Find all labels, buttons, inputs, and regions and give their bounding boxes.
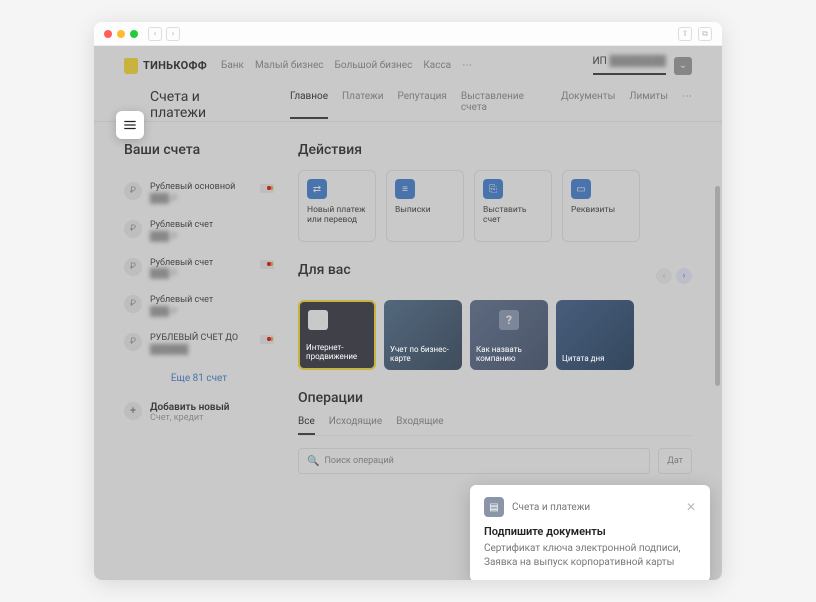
ruble-icon: ₽ xyxy=(124,220,142,238)
brand-logo[interactable]: ТИНЬКОФФ xyxy=(124,58,207,74)
carousel-next-button[interactable]: › xyxy=(676,268,692,284)
promo-card[interactable]: Цитата дня xyxy=(556,300,634,370)
nav-forward-button[interactable]: › xyxy=(166,27,180,41)
brand-bar: ТИНЬКОФФ Банк Малый бизнес Большой бизне… xyxy=(94,46,722,83)
action-new-payment[interactable]: ⇄ Новый платеж или перевод xyxy=(298,170,376,242)
tabs-icon[interactable]: ⧉ xyxy=(698,27,712,41)
carousel-prev-button[interactable]: ‹ xyxy=(656,268,672,284)
card-badge-icon xyxy=(260,260,274,269)
foryou-heading: Для вас xyxy=(298,262,351,278)
maximize-window-icon[interactable] xyxy=(130,30,138,38)
tab-invoicing[interactable]: Выставление счета xyxy=(461,91,547,119)
action-invoice[interactable]: ⎘ Выставить счет xyxy=(474,170,552,242)
account-row[interactable]: ₽ Рублевый счет ███ ₽ xyxy=(124,250,274,288)
user-account-switcher[interactable]: ИП ████████ xyxy=(593,56,666,75)
account-row[interactable]: ₽ РУБЛЕВЫЙ СЧЕТ ДО ██████ xyxy=(124,325,274,363)
app-window: ‹ › ⇪ ⧉ ТИНЬКОФФ Банк Малый бизнес Больш… xyxy=(94,22,722,580)
section-tabs: Главное Платежи Репутация Выставление сч… xyxy=(290,91,692,119)
operations-search-input[interactable]: 🔍 Поиск операций xyxy=(298,448,650,474)
ops-tab-outgoing[interactable]: Исходящие xyxy=(329,416,382,435)
promo-card[interactable]: Учет по бизнес-карте xyxy=(384,300,462,370)
ruble-icon: ₽ xyxy=(124,333,142,351)
tab-documents[interactable]: Документы xyxy=(561,91,615,119)
add-account-button[interactable]: + Добавить новый Счет, кредит xyxy=(124,394,274,431)
plus-icon: + xyxy=(124,402,142,420)
card-badge-icon xyxy=(260,335,274,344)
ruble-icon: ₽ xyxy=(124,182,142,200)
nav-link-small-biz[interactable]: Малый бизнес xyxy=(255,60,324,71)
nav-more-icon[interactable]: ⋯ xyxy=(462,60,472,71)
toast-body: Сертификат ключа электронной подписи, За… xyxy=(484,542,696,570)
nav-link-bank[interactable]: Банк xyxy=(221,60,244,71)
share-icon[interactable]: ⇪ xyxy=(678,27,692,41)
nav-back-button[interactable]: ‹ xyxy=(148,27,162,41)
ops-tab-incoming[interactable]: Входящие xyxy=(396,416,443,435)
ops-tab-all[interactable]: Все xyxy=(298,416,315,435)
hamburger-icon xyxy=(123,118,137,132)
toast-title: Подпишите документы xyxy=(484,525,696,538)
operations-section: Операции Все Исходящие Входящие 🔍 Поиск … xyxy=(298,390,692,474)
account-row[interactable]: ₽ Рублевый основной ███ ₽ xyxy=(124,174,274,212)
action-statements[interactable]: ≡ Выписки xyxy=(386,170,464,242)
tab-limits[interactable]: Лимиты xyxy=(629,91,668,119)
main-column: Действия ⇄ Новый платеж или перевод ≡ Вы… xyxy=(298,142,692,474)
profile-menu-button[interactable]: ⌄ xyxy=(674,57,692,75)
account-row[interactable]: ₽ Рублевый счет ███ ₽ xyxy=(124,212,274,250)
invoice-icon: ⎘ xyxy=(483,179,503,199)
operations-date-filter[interactable]: Дат xyxy=(658,448,692,474)
document-icon: ▤ xyxy=(484,497,504,517)
ruble-icon: ₽ xyxy=(124,258,142,276)
section-header: Счета и платежи Главное Платежи Репутаци… xyxy=(94,83,722,121)
tab-reputation[interactable]: Репутация xyxy=(397,91,446,119)
page-title: Счета и платежи xyxy=(150,89,258,121)
nav-link-kassa[interactable]: Касса xyxy=(423,60,451,71)
menu-toggle-button[interactable] xyxy=(116,111,144,139)
briefcase-icon: ▭ xyxy=(571,179,591,199)
accounts-heading: Ваши счета xyxy=(124,142,274,158)
operations-heading: Операции xyxy=(298,390,692,406)
document-icon: ≡ xyxy=(395,179,415,199)
minimize-window-icon[interactable] xyxy=(117,30,125,38)
nav-link-big-biz[interactable]: Большой бизнес xyxy=(335,60,413,71)
show-more-accounts-link[interactable]: Еще 81 счет xyxy=(124,363,274,394)
action-requisites[interactable]: ▭ Реквизиты xyxy=(562,170,640,242)
tab-payments[interactable]: Платежи xyxy=(342,91,383,119)
promo-card[interactable]: Как назвать компанию xyxy=(470,300,548,370)
brand-name: ТИНЬКОФФ xyxy=(143,59,207,72)
window-titlebar: ‹ › ⇪ ⧉ xyxy=(94,22,722,46)
ruble-icon: ₽ xyxy=(124,295,142,313)
tabs-more-icon[interactable]: ⋯ xyxy=(682,91,692,119)
shield-icon xyxy=(124,58,138,74)
close-window-icon[interactable] xyxy=(104,30,112,38)
actions-heading: Действия xyxy=(298,142,692,158)
scrollbar[interactable] xyxy=(715,186,720,386)
account-row[interactable]: ₽ Рублевый счет ███ ₽ xyxy=(124,287,274,325)
card-badge-icon xyxy=(260,184,274,193)
notification-toast[interactable]: ▤ Счета и платежи ✕ Подпишите документы … xyxy=(470,485,710,580)
page-content: ТИНЬКОФФ Банк Малый бизнес Большой бизне… xyxy=(94,46,722,580)
accounts-column: Ваши счета ₽ Рублевый основной ███ ₽ ₽ Р… xyxy=(124,142,274,474)
search-icon: 🔍 xyxy=(307,456,319,467)
close-icon[interactable]: ✕ xyxy=(686,500,696,514)
promo-card[interactable]: Интернет-продвижение xyxy=(298,300,376,370)
transfer-icon: ⇄ xyxy=(307,179,327,199)
tab-main[interactable]: Главное xyxy=(290,91,328,119)
